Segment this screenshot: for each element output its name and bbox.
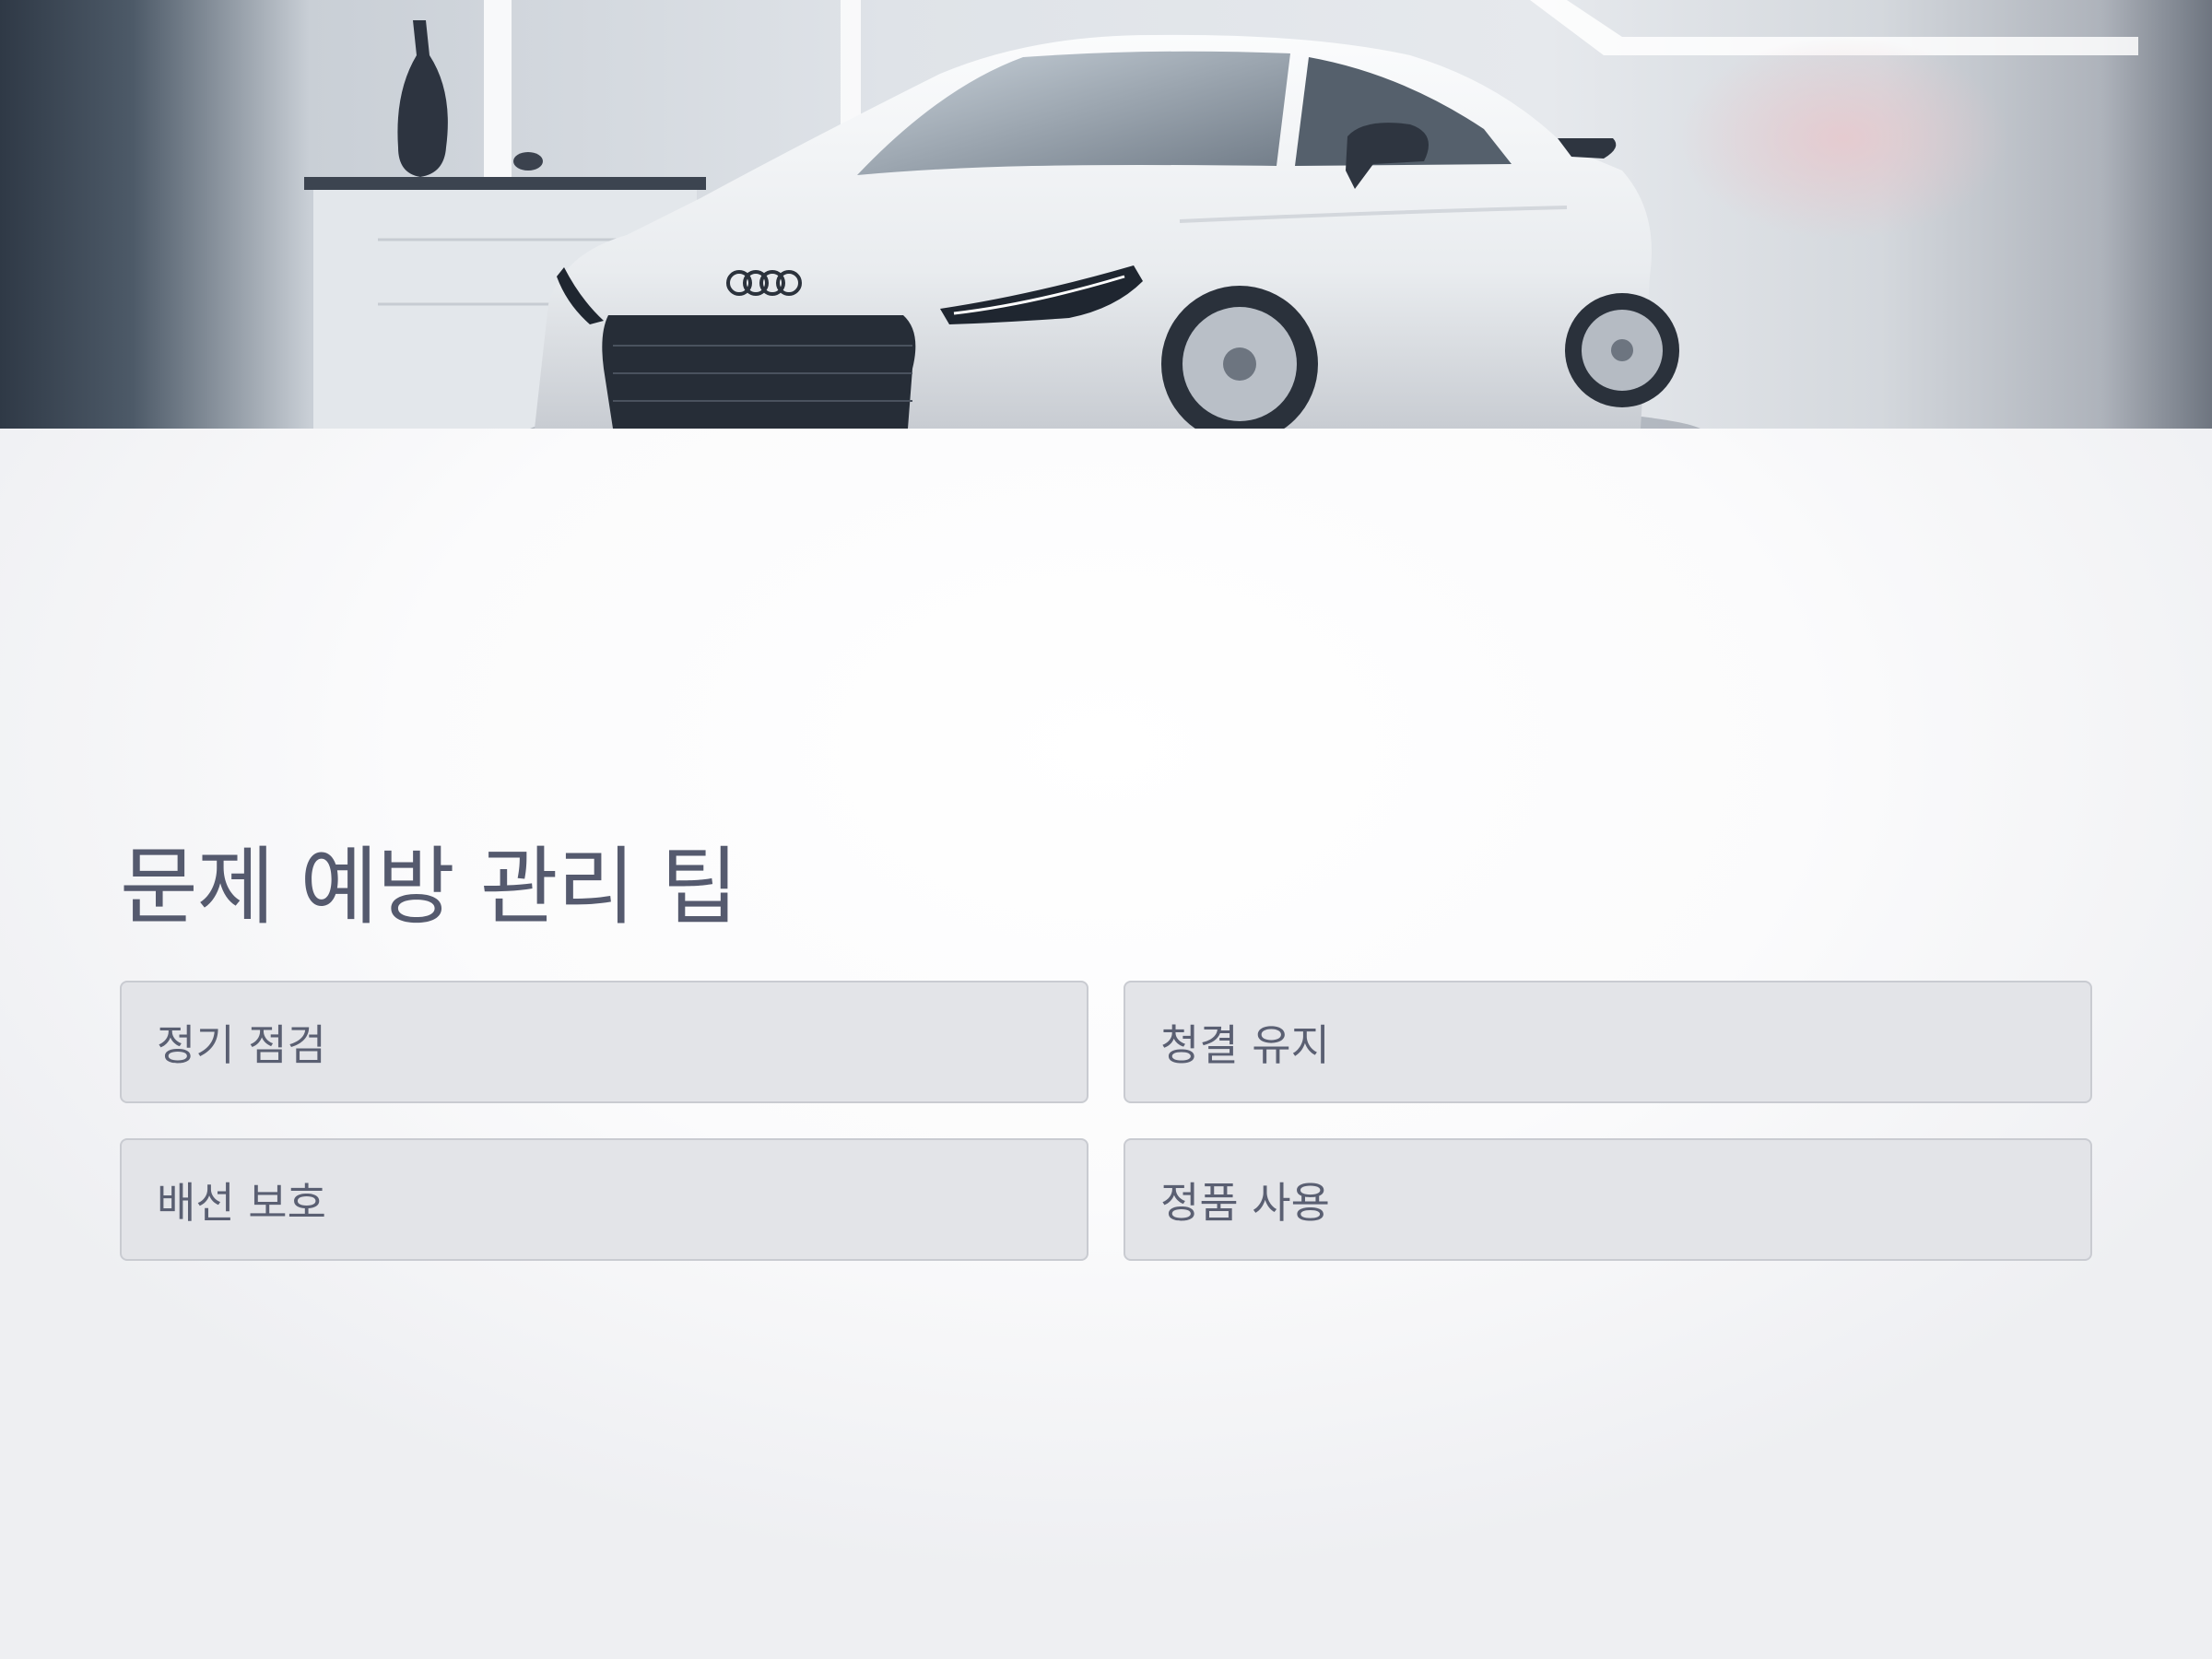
car-photo: [304, 0, 2138, 429]
tip-label: 배선 보호: [157, 1177, 326, 1228]
tip-label: 청결 유지: [1160, 1019, 1330, 1070]
tip-label: 정기 점검: [157, 1019, 326, 1070]
tip-card-regular-inspection[interactable]: 정기 점검: [120, 981, 1088, 1103]
tips-grid: 정기 점검 청결 유지 배선 보호 정품 사용: [120, 981, 2092, 1261]
tip-card-wiring-protection[interactable]: 배선 보호: [120, 1138, 1088, 1261]
tip-card-genuine-parts[interactable]: 정품 사용: [1124, 1138, 2092, 1261]
tip-card-keep-clean[interactable]: 청결 유지: [1124, 981, 2092, 1103]
page-title: 문제 예방 관리 팁: [120, 838, 738, 936]
hero-banner: [0, 0, 2212, 429]
tip-label: 정품 사용: [1160, 1177, 1330, 1228]
